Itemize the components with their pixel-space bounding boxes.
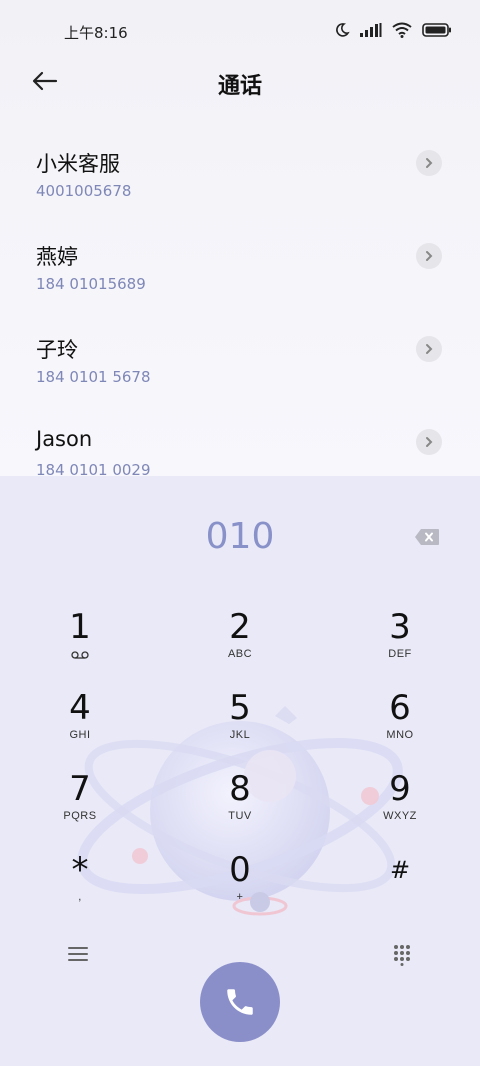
contact-number: 4001005678	[36, 182, 132, 200]
signal-icon	[360, 23, 382, 37]
voicemail-icon	[71, 651, 89, 659]
dial-key-star[interactable]: * ,	[20, 851, 140, 921]
contacts-panel: 上午8:16 通话 小米客服 4001005678 燕婷 184 0101568…	[0, 0, 480, 479]
phone-icon	[227, 989, 253, 1015]
key-digit: 2	[229, 607, 251, 647]
battery-icon	[422, 23, 451, 37]
key-letters: PQRS	[63, 810, 97, 822]
key-letters: +	[236, 891, 244, 903]
dial-key-1[interactable]: 1	[20, 608, 140, 678]
key-digit: 5	[229, 688, 251, 728]
key-letters: WXYZ	[383, 810, 417, 822]
backspace-icon[interactable]	[414, 528, 440, 546]
dial-input[interactable]: 010	[0, 516, 480, 557]
dial-key-3[interactable]: 3 DEF	[340, 608, 460, 678]
key-digit: 9	[389, 769, 411, 809]
status-icons	[334, 22, 452, 38]
chevron-right-icon[interactable]	[416, 150, 442, 176]
dial-key-6[interactable]: 6 MNO	[340, 689, 460, 759]
moon-icon	[336, 23, 350, 37]
menu-icon[interactable]	[66, 944, 90, 964]
dial-key-hash[interactable]: #	[340, 851, 460, 921]
dial-key-9[interactable]: 9 WXYZ	[340, 770, 460, 840]
key-letters: JKL	[229, 729, 251, 741]
contact-item[interactable]: 子玲 184 0101 5678	[0, 334, 480, 414]
key-digit: 1	[69, 607, 91, 647]
dial-key-0[interactable]: 0 +	[180, 851, 300, 921]
key-letters: TUV	[228, 810, 252, 822]
contact-item[interactable]: 燕婷 184 01015689	[0, 241, 480, 321]
call-button[interactable]	[200, 962, 280, 1042]
chevron-right-icon[interactable]	[416, 336, 442, 362]
chevron-right-icon[interactable]	[416, 243, 442, 269]
key-letters: ,	[78, 891, 82, 903]
key-digit: #	[389, 856, 411, 884]
key-digit: 3	[389, 607, 411, 647]
header: 通话	[0, 58, 480, 108]
dial-key-5[interactable]: 5 JKL	[180, 689, 300, 759]
dial-key-8[interactable]: 8 TUV	[180, 770, 300, 840]
dial-key-7[interactable]: 7 PQRS	[20, 770, 140, 840]
wifi-icon	[392, 22, 412, 38]
key-digit: 6	[389, 688, 411, 728]
contact-name: 燕婷	[36, 245, 78, 269]
status-bar: 上午8:16	[0, 0, 480, 62]
status-time: 上午8:16	[64, 24, 128, 42]
key-digit: 0	[229, 850, 251, 890]
key-digit: 8	[229, 769, 251, 809]
contact-item[interactable]: 小米客服 4001005678	[0, 148, 480, 228]
dialpad-panel: 010 1 2 ABC 3 DEF 4 GHI 5 JKL 6 MNO 7 PQ…	[0, 476, 480, 1066]
contact-number: 184 01015689	[36, 275, 146, 293]
contact-name: 子玲	[36, 338, 78, 362]
chevron-right-icon[interactable]	[416, 429, 442, 455]
contact-name: Jason	[36, 427, 93, 451]
key-letters: GHI	[69, 729, 91, 741]
key-letters: ABC	[227, 648, 253, 660]
dialpad-icon[interactable]	[392, 944, 412, 966]
key-letters: MNO	[386, 729, 414, 741]
key-digit: 4	[69, 688, 91, 728]
dial-key-4[interactable]: 4 GHI	[20, 689, 140, 759]
key-digit: 7	[69, 769, 91, 809]
page-title: 通话	[217, 74, 262, 99]
key-letters: DEF	[388, 648, 412, 660]
contact-name: 小米客服	[36, 152, 120, 176]
key-digit: *	[71, 850, 89, 890]
contact-number: 184 0101 5678	[36, 368, 151, 386]
dial-key-2[interactable]: 2 ABC	[180, 608, 300, 678]
